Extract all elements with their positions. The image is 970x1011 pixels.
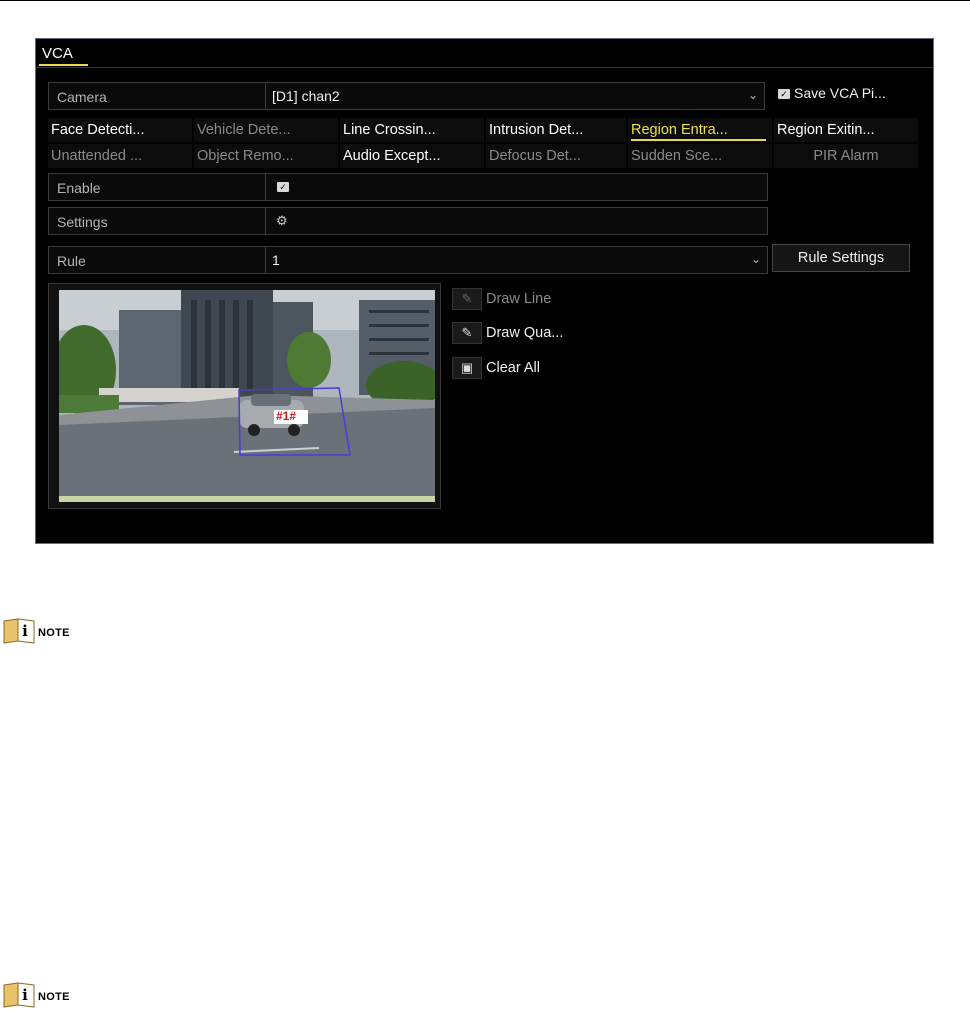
title-separator <box>37 67 933 68</box>
pencil-icon: ✎ <box>452 288 482 310</box>
camera-label: Camera <box>57 89 107 105</box>
rule-row: Rule 1 ⌄ <box>48 246 768 274</box>
note-label: NOTE <box>38 627 70 639</box>
settings-row: Settings ⚙ <box>48 207 768 235</box>
tab-vehicle-detection[interactable]: Vehicle Dete... <box>194 118 338 142</box>
draw-line-label: Draw Line <box>486 291 552 307</box>
tab-face-detection[interactable]: Face Detecti... <box>48 118 192 142</box>
clear-all-button[interactable]: ▣ Clear All <box>452 357 540 381</box>
enable-label: Enable <box>57 180 101 196</box>
draw-quad-label: Draw Qua... <box>486 325 564 341</box>
region-tag: #1# <box>276 409 297 423</box>
enable-cell: ✓ <box>265 174 767 200</box>
svg-text:i: i <box>22 622 28 640</box>
draw-line-button[interactable]: ✎ Draw Line <box>452 288 551 312</box>
draw-quadrilateral-button[interactable]: ✎ Draw Qua... <box>452 322 563 346</box>
camera-value: [D1] chan2 <box>272 88 340 104</box>
detection-tabs: Face Detecti... Vehicle Dete... Line Cro… <box>48 118 918 170</box>
rule-label: Rule <box>57 253 86 269</box>
clear-all-label: Clear All <box>486 360 540 376</box>
tab-intrusion-detection[interactable]: Intrusion Det... <box>486 118 626 142</box>
camera-scene <box>59 290 435 502</box>
enable-row: Enable ✓ <box>48 173 768 201</box>
chevron-down-icon: ⌄ <box>747 88 758 102</box>
rule-value: 1 <box>272 252 280 268</box>
tab-line-crossing[interactable]: Line Crossin... <box>340 118 484 142</box>
save-vca-picture-checkbox[interactable]: ✓ Save VCA Pi... <box>778 85 886 101</box>
camera-select[interactable]: [D1] chan2 ⌄ <box>265 83 764 109</box>
tab-region-exiting[interactable]: Region Exitin... <box>774 118 918 142</box>
tab-audio-exception[interactable]: Audio Except... <box>340 144 484 168</box>
save-vca-picture-label: Save VCA Pi... <box>794 85 886 101</box>
rule-select[interactable]: 1 ⌄ <box>265 247 767 273</box>
camera-preview[interactable]: #1# <box>59 290 435 502</box>
clear-icon: ▣ <box>452 357 482 379</box>
preview-frame: #1# <box>48 283 441 509</box>
page-top-rule <box>0 0 970 1</box>
svg-text:i: i <box>22 986 28 1004</box>
chevron-down-icon: ⌄ <box>750 252 761 266</box>
settings-label: Settings <box>57 214 108 230</box>
info-book-icon: i <box>3 618 35 644</box>
vca-panel: VCA Camera [D1] chan2 ⌄ ✓ Save VCA Pi... … <box>35 38 934 544</box>
tab-object-removal[interactable]: Object Remo... <box>194 144 338 168</box>
selected-tab-underline <box>631 139 766 141</box>
panel-title: VCA <box>42 45 73 62</box>
settings-cell: ⚙ <box>265 208 767 234</box>
tab-sudden-scene-change[interactable]: Sudden Sce... <box>628 144 772 168</box>
tab-defocus-detection[interactable]: Defocus Det... <box>486 144 626 168</box>
tab-pir-alarm[interactable]: PIR Alarm <box>774 144 918 168</box>
tab-region-entrance[interactable]: Region Entra... <box>628 118 772 142</box>
panel-title-underline <box>39 64 88 66</box>
tab-unattended-baggage[interactable]: Unattended ... <box>48 144 192 168</box>
info-book-icon: i <box>3 982 35 1008</box>
check-icon: ✓ <box>778 89 790 100</box>
rule-settings-button[interactable]: Rule Settings <box>772 244 910 272</box>
camera-row: Camera [D1] chan2 ⌄ <box>48 82 765 110</box>
note-label: NOTE <box>38 991 70 1003</box>
gear-icon[interactable]: ⚙ <box>276 213 288 229</box>
enable-checkbox[interactable]: ✓ <box>277 182 289 192</box>
edit-icon: ✎ <box>452 322 482 344</box>
